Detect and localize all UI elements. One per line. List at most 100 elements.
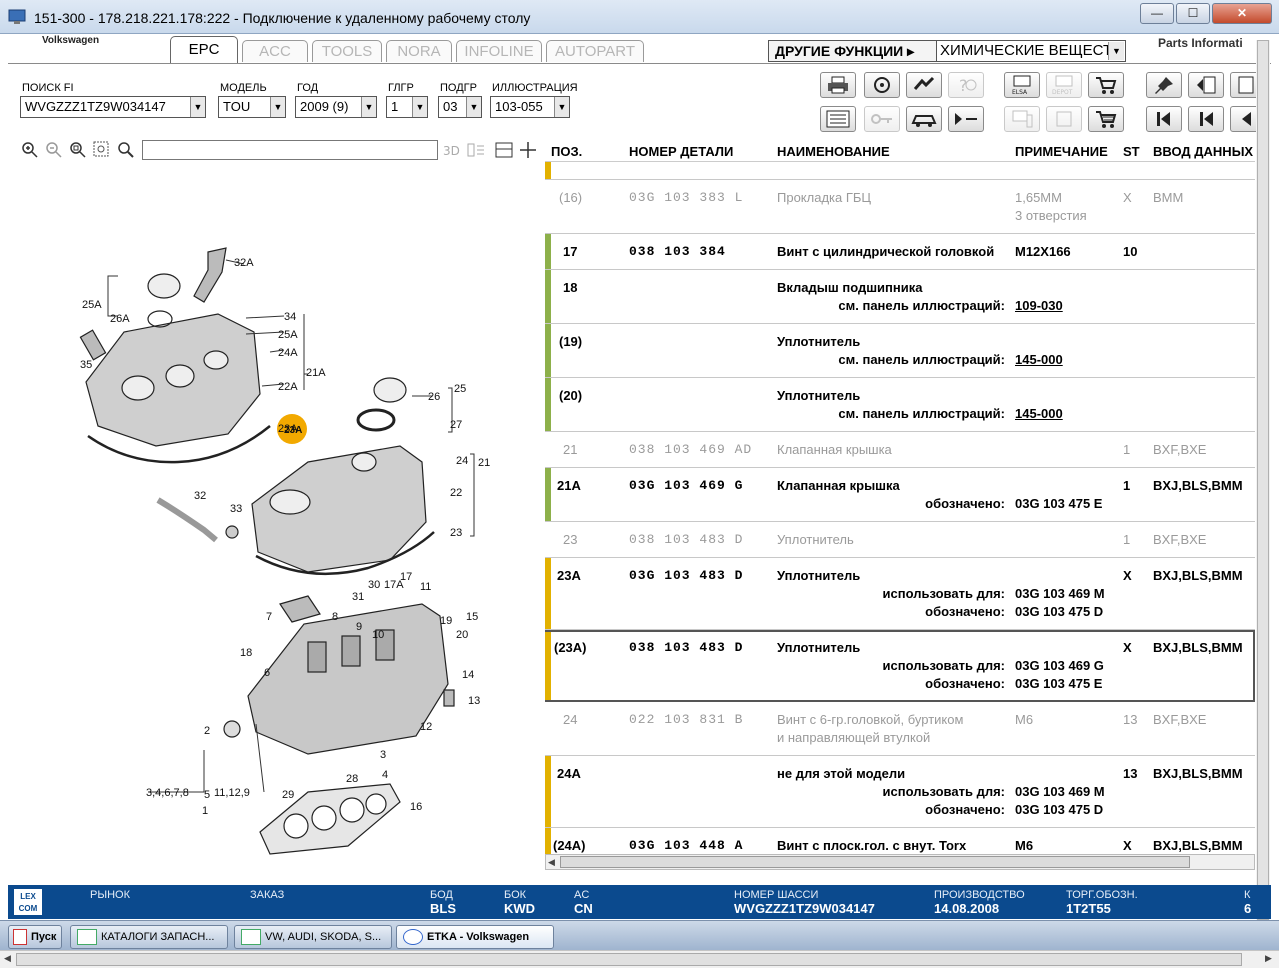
illustration-link[interactable]: 145-000 [1015, 352, 1063, 367]
chevron-down-icon[interactable]: ▼ [270, 97, 285, 117]
callout-label[interactable]: 25A [82, 299, 102, 311]
callout-label[interactable]: 26 [428, 391, 440, 403]
window-vertical-scrollbar[interactable] [1256, 40, 1270, 920]
grid-view-button[interactable] [466, 140, 486, 160]
callout-label[interactable]: 18 [240, 647, 252, 659]
callout-label[interactable]: 21 [478, 457, 490, 469]
callout-label[interactable]: 13 [468, 695, 480, 707]
search-fi-select[interactable]: WVGZZZ1TZ9W034147 ▼ [20, 96, 206, 118]
highlight-label[interactable]: 23A [284, 425, 302, 436]
monitor-button[interactable] [1004, 106, 1040, 132]
table-row[interactable]: (20) Уплотнитель см. панель иллюстраций:… [545, 378, 1255, 432]
callout-label[interactable]: 34 [284, 311, 296, 323]
chevron-down-icon[interactable]: ▼ [190, 97, 205, 117]
taskbar-item-etka[interactable]: ETKA - Volkswagen [396, 925, 554, 949]
vehicle-button[interactable] [906, 106, 942, 132]
illustration-search-input[interactable] [142, 140, 438, 160]
callout-label[interactable]: 4 [382, 769, 388, 781]
callout-label[interactable]: 31 [352, 591, 364, 603]
col-position[interactable]: ПОЗ. [551, 144, 582, 159]
key-button[interactable] [864, 106, 900, 132]
callout-label[interactable]: 8 [332, 611, 338, 623]
taskbar-item-vw-audi[interactable]: VW, AUDI, SKODA, S... [234, 925, 392, 949]
zoom-out-button[interactable] [44, 140, 64, 160]
reorder-button[interactable] [1046, 106, 1082, 132]
callout-label[interactable]: 20 [456, 629, 468, 641]
table-row[interactable]: (19) Уплотнитель см. панель иллюстраций:… [545, 324, 1255, 378]
tab-epc[interactable]: EPC [170, 36, 238, 64]
table-row[interactable]: 21A 03G 103 469 G Клапанная крышка обозн… [545, 468, 1255, 522]
callout-label[interactable]: 12 [420, 721, 432, 733]
callout-label[interactable]: 25 [454, 383, 466, 395]
callout-label[interactable]: 35 [80, 359, 92, 371]
illustration-link[interactable]: 145-000 [1015, 406, 1063, 421]
chevron-down-icon[interactable]: ▼ [361, 97, 376, 117]
callout-label[interactable]: 23 [450, 527, 462, 539]
table-row[interactable]: 23 038 103 483 D Уплотнитель 1 BXF,BXE [545, 522, 1255, 558]
scroll-left-icon[interactable]: ◀ [4, 953, 11, 964]
table-row[interactable]: 24A не для этой модели использовать для:… [545, 756, 1255, 828]
table-horizontal-scrollbar[interactable]: ◀ [545, 854, 1255, 870]
callout-label[interactable]: 33 [230, 503, 242, 515]
callout-label[interactable]: 10 [372, 629, 384, 641]
help-button[interactable]: ? [948, 72, 984, 98]
scrollbar-thumb[interactable] [16, 953, 1242, 966]
first-page-button[interactable] [1146, 106, 1182, 132]
scrollbar-thumb[interactable] [560, 856, 1190, 868]
close-button[interactable]: ✕ [1212, 3, 1272, 24]
elsa-button[interactable]: ELSA [1004, 72, 1040, 98]
callout-label[interactable]: 27 [450, 419, 462, 431]
taskbar-item-catalogs[interactable]: КАТАЛОГИ ЗАПАСН... [70, 925, 228, 949]
callout-label[interactable]: 3,4,6,7,8 [146, 787, 189, 799]
callout-label[interactable]: 2 [204, 725, 210, 737]
minimize-button[interactable]: — [1140, 3, 1174, 24]
start-button[interactable]: Пуск [8, 925, 62, 949]
zoom-area-button[interactable] [92, 140, 112, 160]
callout-label[interactable]: 5 [204, 789, 210, 801]
tab-autopart[interactable]: AUTOPART [546, 40, 644, 62]
list-button[interactable] [820, 106, 856, 132]
chevron-down-icon[interactable]: ▼ [554, 97, 569, 117]
chevron-down-icon[interactable]: ▼ [412, 97, 427, 117]
book-back-button[interactable] [1188, 72, 1224, 98]
parts-table-body[interactable]: (16) 03G 103 383 L Прокладка ГБЦ 1,65MM … [545, 162, 1255, 856]
callout-label[interactable]: 7 [266, 611, 272, 623]
cart-button[interactable] [1088, 106, 1124, 132]
scroll-right-icon[interactable]: ▶ [1265, 953, 1272, 964]
callout-label[interactable]: 3 [380, 749, 386, 761]
table-row[interactable]: 23A 03G 103 483 D Уплотнитель использова… [545, 558, 1255, 630]
split-view-button[interactable] [494, 140, 514, 160]
callout-label[interactable]: 30 [368, 579, 380, 591]
main-group-select[interactable]: 1 ▼ [386, 96, 428, 118]
play-step-button[interactable] [948, 106, 984, 132]
title-bar[interactable]: 151-300 - 178.218.221.178:222 - Подключе… [0, 0, 1279, 34]
callout-label[interactable]: 11,12,9 [214, 787, 250, 799]
table-row[interactable]: (24A) 03G 103 448 A Винт с плоск.гол. с … [545, 828, 1255, 856]
zoom-in-button[interactable] [20, 140, 40, 160]
callout-label[interactable]: 1 [202, 805, 208, 817]
col-part-number[interactable]: НОМЕР ДЕТАЛИ [629, 144, 733, 159]
callout-label[interactable]: 6 [264, 667, 270, 679]
col-note[interactable]: ПРИМЕЧАНИЕ [1015, 144, 1108, 159]
service-button[interactable] [864, 72, 900, 98]
print-button[interactable] [820, 72, 856, 98]
callout-label[interactable]: 19 [440, 615, 452, 627]
parts-illustration[interactable]: 32A 25A 26A 35 34 25A 24A 21A 22A 23A 26 25 27 24 21 22… [8, 164, 540, 884]
illustration-link[interactable]: 109-030 [1015, 298, 1063, 313]
3d-view-button[interactable]: 3D [442, 140, 462, 160]
tab-nora[interactable]: NORA [386, 40, 452, 62]
callout-label[interactable]: 22A [278, 381, 298, 393]
callout-label[interactable]: 22 [450, 487, 462, 499]
tab-tools[interactable]: TOOLS [312, 40, 382, 62]
callout-label[interactable]: 9 [356, 621, 362, 633]
table-row[interactable]: (16) 03G 103 383 L Прокладка ГБЦ 1,65MM … [545, 180, 1255, 234]
callout-label[interactable]: 26A [110, 313, 130, 325]
table-row[interactable]: 18 Вкладыш подшипника см. панель иллюстр… [545, 270, 1255, 324]
sub-group-select[interactable]: 03 ▼ [438, 96, 482, 118]
previous-page-button[interactable] [1188, 106, 1224, 132]
other-functions-button[interactable]: ДРУГИЕ ФУНКЦИИ ▸ [768, 40, 938, 62]
callout-label[interactable]: 14 [462, 669, 474, 681]
callout-label[interactable]: 25A [278, 329, 298, 341]
col-input-data[interactable]: ВВОД ДАННЫХ [1153, 144, 1253, 159]
depot-button[interactable]: DEPOT [1046, 72, 1082, 98]
